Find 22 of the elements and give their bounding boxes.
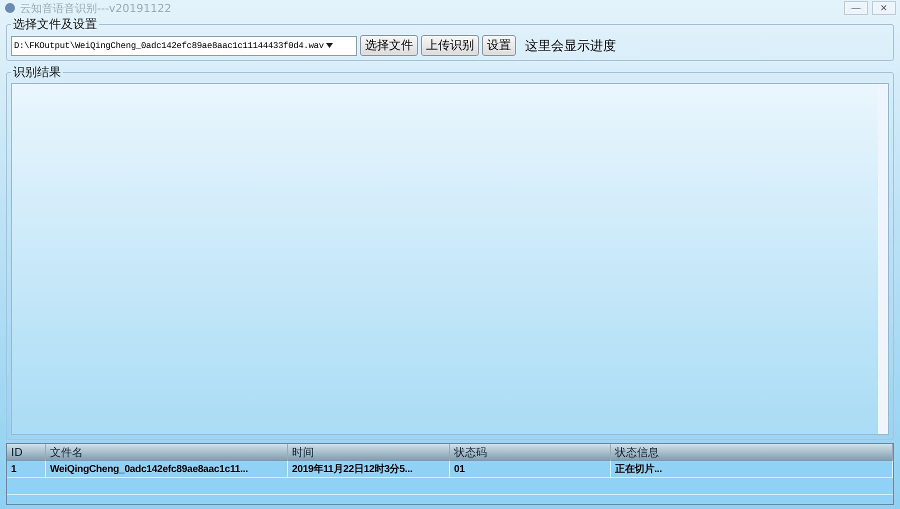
column-header[interactable]: 状态码 [450,444,611,461]
table-cell: 正在切片... [611,461,893,478]
column-header[interactable]: 状态信息 [611,444,893,461]
table-cell: 01 [450,461,611,478]
group-title: 识别结果 [12,64,62,81]
group-title: 选择文件及设置 [12,16,98,33]
column-header[interactable]: 文件名 [46,444,288,461]
table-cell: 1 [7,461,46,478]
window-title: 云知音语音识别---v20191122 [20,0,172,16]
table-cell: 2019年11月22日12时3分5... [288,461,450,478]
progress-text: 这里会显示进度 [525,38,616,54]
caret-icon [326,43,333,48]
app-icon [4,2,16,14]
action-button[interactable]: 设置 [482,35,516,56]
column-header[interactable]: ID [7,444,46,461]
table-cell: WeiQingCheng_0adc142efc89ae8aac1c11... [46,461,288,478]
column-header[interactable]: 时间 [288,444,450,461]
action-button[interactable]: 选择文件 [360,35,418,56]
window-button[interactable]: — [844,1,868,15]
action-button[interactable]: 上传识别 [421,35,479,56]
file-path-dropdown[interactable]: D:\FKOutput\WeiQingCheng_0adc142efc89ae8aac1c11144433f0d4.wav [11,36,357,56]
window-button[interactable]: ✕ [872,1,896,15]
